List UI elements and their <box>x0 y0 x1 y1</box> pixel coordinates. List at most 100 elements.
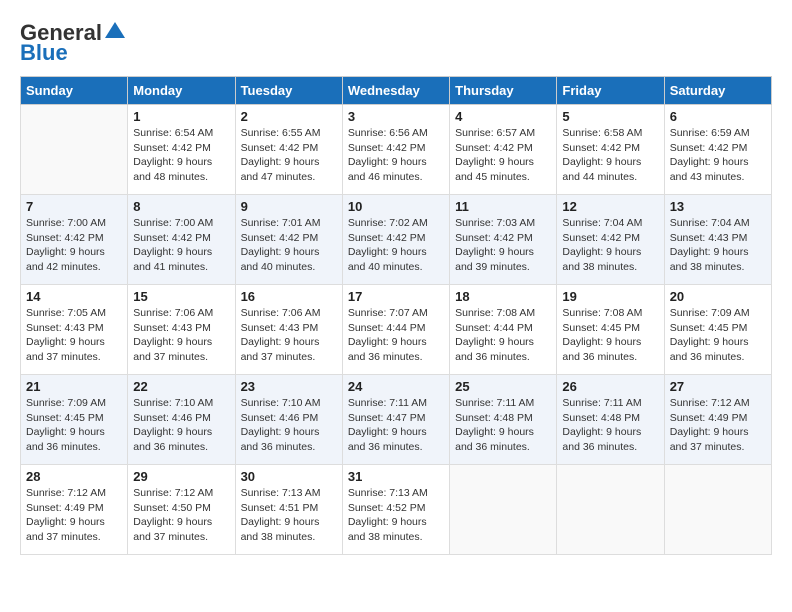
calendar-week-2: 7 Sunrise: 7:00 AMSunset: 4:42 PMDaylight… <box>21 195 772 285</box>
calendar-cell: 2Sunrise: 6:55 AMSunset: 4:42 PMDaylight… <box>235 105 342 195</box>
day-info: Sunrise: 7:13 AMSunset: 4:51 PMDaylight:… <box>241 486 337 545</box>
logo-blue: Blue <box>20 40 68 66</box>
calendar-cell: 9Sunrise: 7:01 AMSunset: 4:42 PMDaylight… <box>235 195 342 285</box>
day-number: 29 <box>133 469 229 484</box>
day-info: Sunrise: 6:59 AMSunset: 4:42 PMDaylight:… <box>670 126 766 185</box>
day-number: 10 <box>348 199 444 214</box>
calendar-cell: 4 Sunrise: 6:57 AMSunset: 4:42 PMDaylight… <box>450 105 557 195</box>
calendar-header-row: SundayMondayTuesdayWednesdayThursdayFrid… <box>21 77 772 105</box>
calendar-cell: 13 Sunrise: 7:04 AMSunset: 4:43 PMDayligh… <box>664 195 771 285</box>
calendar-cell: 24 Sunrise: 7:11 AMSunset: 4:47 PMDayligh… <box>342 375 449 465</box>
day-info: Sunrise: 7:13 AMSunset: 4:52 PMDaylight:… <box>348 486 444 545</box>
day-info: Sunrise: 7:02 AMSunset: 4:42 PMDaylight:… <box>348 216 444 275</box>
calendar-cell: 28 Sunrise: 7:12 AMSunset: 4:49 PMDayligh… <box>21 465 128 555</box>
calendar-cell: 1 Sunrise: 6:54 AMSunset: 4:42 PMDaylight… <box>128 105 235 195</box>
day-info: Sunrise: 7:11 AMSunset: 4:47 PMDaylight:… <box>348 396 444 455</box>
day-info: Sunrise: 7:00 AMSunset: 4:42 PMDaylight:… <box>26 216 122 275</box>
day-info: Sunrise: 7:12 AMSunset: 4:49 PMDaylight:… <box>670 396 766 455</box>
day-number: 15 <box>133 289 229 304</box>
calendar-cell <box>21 105 128 195</box>
day-number: 16 <box>241 289 337 304</box>
day-number: 11 <box>455 199 551 214</box>
day-info: Sunrise: 7:06 AMSunset: 4:43 PMDaylight:… <box>133 306 229 365</box>
day-info: Sunrise: 7:12 AMSunset: 4:50 PMDaylight:… <box>133 486 229 545</box>
day-info: Sunrise: 7:03 AMSunset: 4:42 PMDaylight:… <box>455 216 551 275</box>
day-info: Sunrise: 7:06 AMSunset: 4:43 PMDaylight:… <box>241 306 337 365</box>
day-number: 22 <box>133 379 229 394</box>
calendar-cell: 23 Sunrise: 7:10 AMSunset: 4:46 PMDayligh… <box>235 375 342 465</box>
col-header-friday: Friday <box>557 77 664 105</box>
day-info: Sunrise: 7:01 AMSunset: 4:42 PMDaylight:… <box>241 216 337 275</box>
calendar-cell: 8 Sunrise: 7:00 AMSunset: 4:42 PMDaylight… <box>128 195 235 285</box>
day-number: 30 <box>241 469 337 484</box>
calendar-cell: 30 Sunrise: 7:13 AMSunset: 4:51 PMDayligh… <box>235 465 342 555</box>
day-info: Sunrise: 7:08 AMSunset: 4:45 PMDaylight:… <box>562 306 658 365</box>
day-number: 25 <box>455 379 551 394</box>
calendar-cell: 31 Sunrise: 7:13 AMSunset: 4:52 PMDayligh… <box>342 465 449 555</box>
day-info: Sunrise: 7:11 AMSunset: 4:48 PMDaylight:… <box>562 396 658 455</box>
day-info: Sunrise: 7:09 AMSunset: 4:45 PMDaylight:… <box>670 306 766 365</box>
day-number: 2 <box>241 109 337 124</box>
calendar-cell <box>557 465 664 555</box>
day-number: 5 <box>562 109 658 124</box>
day-info: Sunrise: 7:07 AMSunset: 4:44 PMDaylight:… <box>348 306 444 365</box>
calendar-cell: 18Sunrise: 7:08 AMSunset: 4:44 PMDayligh… <box>450 285 557 375</box>
day-number: 1 <box>133 109 229 124</box>
col-header-sunday: Sunday <box>21 77 128 105</box>
day-info: Sunrise: 7:12 AMSunset: 4:49 PMDaylight:… <box>26 486 122 545</box>
day-number: 3 <box>348 109 444 124</box>
col-header-monday: Monday <box>128 77 235 105</box>
calendar-cell: 15 Sunrise: 7:06 AMSunset: 4:43 PMDayligh… <box>128 285 235 375</box>
col-header-thursday: Thursday <box>450 77 557 105</box>
day-info: Sunrise: 7:10 AMSunset: 4:46 PMDaylight:… <box>241 396 337 455</box>
calendar-cell: 26 Sunrise: 7:11 AMSunset: 4:48 PMDayligh… <box>557 375 664 465</box>
day-info: Sunrise: 6:58 AMSunset: 4:42 PMDaylight:… <box>562 126 658 185</box>
col-header-tuesday: Tuesday <box>235 77 342 105</box>
day-number: 14 <box>26 289 122 304</box>
day-number: 27 <box>670 379 766 394</box>
calendar-cell: 10 Sunrise: 7:02 AMSunset: 4:42 PMDayligh… <box>342 195 449 285</box>
calendar-week-5: 28 Sunrise: 7:12 AMSunset: 4:49 PMDayligh… <box>21 465 772 555</box>
day-info: Sunrise: 7:05 AMSunset: 4:43 PMDaylight:… <box>26 306 122 365</box>
day-number: 20 <box>670 289 766 304</box>
day-number: 18 <box>455 289 551 304</box>
day-number: 31 <box>348 469 444 484</box>
day-number: 17 <box>348 289 444 304</box>
day-number: 23 <box>241 379 337 394</box>
calendar-cell: 20 Sunrise: 7:09 AMSunset: 4:45 PMDayligh… <box>664 285 771 375</box>
calendar-cell: 21 Sunrise: 7:09 AMSunset: 4:45 PMDayligh… <box>21 375 128 465</box>
calendar-cell: 25Sunrise: 7:11 AMSunset: 4:48 PMDayligh… <box>450 375 557 465</box>
calendar-cell: 22Sunrise: 7:10 AMSunset: 4:46 PMDayligh… <box>128 375 235 465</box>
day-info: Sunrise: 6:56 AMSunset: 4:42 PMDaylight:… <box>348 126 444 185</box>
day-info: Sunrise: 6:57 AMSunset: 4:42 PMDaylight:… <box>455 126 551 185</box>
day-info: Sunrise: 6:54 AMSunset: 4:42 PMDaylight:… <box>133 126 229 185</box>
day-number: 12 <box>562 199 658 214</box>
day-number: 13 <box>670 199 766 214</box>
calendar-week-4: 21 Sunrise: 7:09 AMSunset: 4:45 PMDayligh… <box>21 375 772 465</box>
calendar-week-1: 1 Sunrise: 6:54 AMSunset: 4:42 PMDaylight… <box>21 105 772 195</box>
day-number: 24 <box>348 379 444 394</box>
calendar-cell: 29 Sunrise: 7:12 AMSunset: 4:50 PMDayligh… <box>128 465 235 555</box>
day-info: Sunrise: 7:09 AMSunset: 4:45 PMDaylight:… <box>26 396 122 455</box>
logo-icon <box>105 20 125 40</box>
day-info: Sunrise: 7:04 AMSunset: 4:43 PMDaylight:… <box>670 216 766 275</box>
calendar-cell: 19 Sunrise: 7:08 AMSunset: 4:45 PMDayligh… <box>557 285 664 375</box>
day-number: 21 <box>26 379 122 394</box>
calendar-cell: 14 Sunrise: 7:05 AMSunset: 4:43 PMDayligh… <box>21 285 128 375</box>
day-number: 19 <box>562 289 658 304</box>
calendar-cell: 12Sunrise: 7:04 AMSunset: 4:42 PMDayligh… <box>557 195 664 285</box>
day-number: 8 <box>133 199 229 214</box>
day-number: 7 <box>26 199 122 214</box>
calendar-table: SundayMondayTuesdayWednesdayThursdayFrid… <box>20 76 772 555</box>
day-number: 4 <box>455 109 551 124</box>
logo: General Blue <box>20 20 125 66</box>
calendar-cell: 6Sunrise: 6:59 AMSunset: 4:42 PMDaylight… <box>664 105 771 195</box>
col-header-wednesday: Wednesday <box>342 77 449 105</box>
calendar-cell: 16 Sunrise: 7:06 AMSunset: 4:43 PMDayligh… <box>235 285 342 375</box>
day-info: Sunrise: 7:00 AMSunset: 4:42 PMDaylight:… <box>133 216 229 275</box>
calendar-cell <box>450 465 557 555</box>
day-number: 28 <box>26 469 122 484</box>
calendar-cell: 17 Sunrise: 7:07 AMSunset: 4:44 PMDayligh… <box>342 285 449 375</box>
day-number: 26 <box>562 379 658 394</box>
calendar-cell: 5 Sunrise: 6:58 AMSunset: 4:42 PMDaylight… <box>557 105 664 195</box>
